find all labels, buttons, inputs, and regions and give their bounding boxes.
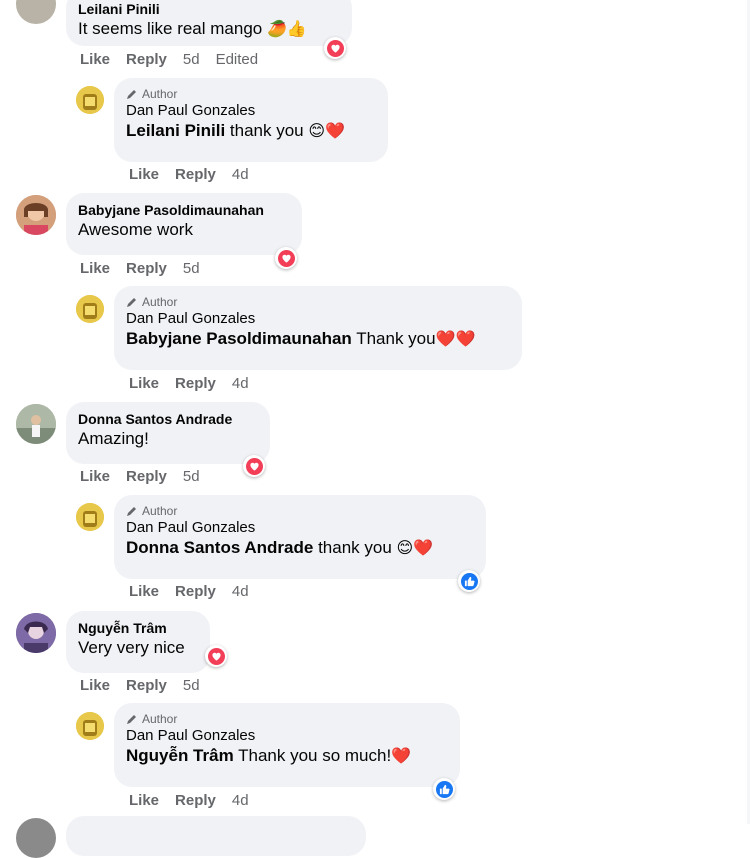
reply-emojis: 😊❤️ (308, 123, 345, 140)
like-link[interactable]: Like (80, 468, 110, 485)
like-reaction-icon[interactable] (458, 570, 480, 592)
like-link[interactable]: Like (80, 51, 110, 68)
reply-author[interactable]: Dan Paul Gonzales (126, 310, 510, 328)
pencil-icon (127, 715, 136, 724)
love-reaction-icon[interactable] (324, 37, 346, 59)
timestamp[interactable]: 4d (232, 792, 249, 809)
comment-actions: Like Reply 5d Edited (80, 51, 258, 68)
mention[interactable]: Babyjane Pasoldimaunahan (126, 329, 352, 348)
author-badge: Author (126, 86, 376, 102)
timestamp[interactable]: 4d (232, 375, 249, 392)
comment-author[interactable]: Leilani Pinili (78, 0, 340, 18)
timestamp[interactable]: 4d (232, 166, 249, 183)
author-badge: Author (126, 294, 510, 310)
reply-author[interactable]: Dan Paul Gonzales (126, 102, 376, 120)
comment-text: Amazing! (78, 429, 149, 448)
comment-author[interactable]: Babyjane Pasoldimaunahan (78, 201, 290, 219)
reply-actions: Like Reply 4d (129, 375, 249, 392)
reply-text: Leilani Pinili thank you 😊❤️ (126, 121, 345, 140)
reply-text: Donna Santos Andrade thank you 😊❤️ (126, 538, 434, 557)
like-link[interactable]: Like (129, 583, 159, 600)
love-reaction-icon[interactable] (243, 455, 265, 477)
avatar[interactable] (16, 0, 56, 24)
avatar[interactable] (16, 195, 56, 235)
reply-link[interactable]: Reply (126, 51, 167, 68)
reply-actions: Like Reply 4d (129, 583, 249, 600)
comment-bubble: Babyjane Pasoldimaunahan Awesome work (66, 193, 302, 255)
like-link[interactable]: Like (129, 792, 159, 809)
reply-bubble: Author Dan Paul Gonzales Leilani Pinili … (114, 78, 388, 162)
pencil-icon (127, 90, 136, 99)
reply-actions: Like Reply 4d (129, 166, 249, 183)
pencil-icon (127, 507, 136, 516)
avatar[interactable] (76, 712, 104, 740)
author-badge: Author (126, 711, 448, 727)
avatar[interactable] (76, 295, 104, 323)
comment-actions: Like Reply 5d (80, 468, 200, 485)
like-link[interactable]: Like (80, 677, 110, 694)
like-link[interactable]: Like (129, 375, 159, 392)
comment-bubble (66, 816, 366, 856)
timestamp[interactable]: 5d (183, 468, 200, 485)
comment-text: Awesome work (78, 220, 193, 239)
mention[interactable]: Leilani Pinili (126, 121, 225, 140)
reply-bubble: Author Dan Paul Gonzales Donna Santos An… (114, 495, 486, 579)
comment-bubble: Donna Santos Andrade Amazing! (66, 402, 270, 464)
reply-link[interactable]: Reply (175, 583, 216, 600)
reply-link[interactable]: Reply (175, 792, 216, 809)
reply-actions: Like Reply 4d (129, 792, 249, 809)
reply-author[interactable]: Dan Paul Gonzales (126, 727, 448, 745)
timestamp[interactable]: 4d (232, 583, 249, 600)
comment-text: Very very nice (78, 638, 185, 657)
reply-emojis: 😊❤️ (396, 540, 434, 557)
mention[interactable]: Donna Santos Andrade (126, 538, 313, 557)
timestamp[interactable]: 5d (183, 51, 200, 68)
avatar[interactable] (16, 818, 56, 858)
love-reaction-icon[interactable] (275, 247, 297, 269)
comment-author[interactable]: Nguyễn Trâm (78, 619, 198, 637)
reply-link[interactable]: Reply (175, 166, 216, 183)
comment-actions: Like Reply 5d (80, 260, 200, 277)
reply-bubble: Author Dan Paul Gonzales Nguyễn Trâm Tha… (114, 703, 460, 787)
avatar[interactable] (76, 86, 104, 114)
mention[interactable]: Nguyễn Trâm (126, 746, 234, 765)
pencil-icon (127, 298, 136, 307)
timestamp[interactable]: 5d (183, 260, 200, 277)
reply-link[interactable]: Reply (126, 468, 167, 485)
edited-label: Edited (215, 51, 259, 68)
avatar[interactable] (16, 613, 56, 653)
reply-link[interactable]: Reply (126, 677, 167, 694)
love-reaction-icon[interactable] (205, 645, 227, 667)
like-link[interactable]: Like (80, 260, 110, 277)
comment-bubble: Nguyễn Trâm Very very nice (66, 611, 210, 673)
timestamp[interactable]: 5d (183, 677, 200, 694)
comment-author[interactable]: Donna Santos Andrade (78, 410, 258, 428)
reply-author[interactable]: Dan Paul Gonzales (126, 519, 474, 537)
comment-bubble: Leilani Pinili It seems like real mango … (66, 0, 352, 46)
reply-emojis: ❤️ (391, 748, 412, 765)
reply-text: Babyjane Pasoldimaunahan Thank you❤️❤️ (126, 329, 476, 348)
like-link[interactable]: Like (129, 166, 159, 183)
comment-emojis: 🥭👍 (266, 21, 307, 38)
avatar[interactable] (16, 404, 56, 444)
reply-bubble: Author Dan Paul Gonzales Babyjane Pasold… (114, 286, 522, 370)
avatar[interactable] (76, 503, 104, 531)
reply-link[interactable]: Reply (126, 260, 167, 277)
comment-text: It seems like real mango 🥭👍 (78, 19, 307, 38)
reply-text: Nguyễn Trâm Thank you so much!❤️ (126, 746, 412, 765)
like-reaction-icon[interactable] (433, 778, 455, 800)
comment-actions: Like Reply 5d (80, 677, 200, 694)
reply-emojis: ❤️❤️ (435, 331, 476, 348)
author-badge: Author (126, 503, 474, 519)
reply-link[interactable]: Reply (175, 375, 216, 392)
